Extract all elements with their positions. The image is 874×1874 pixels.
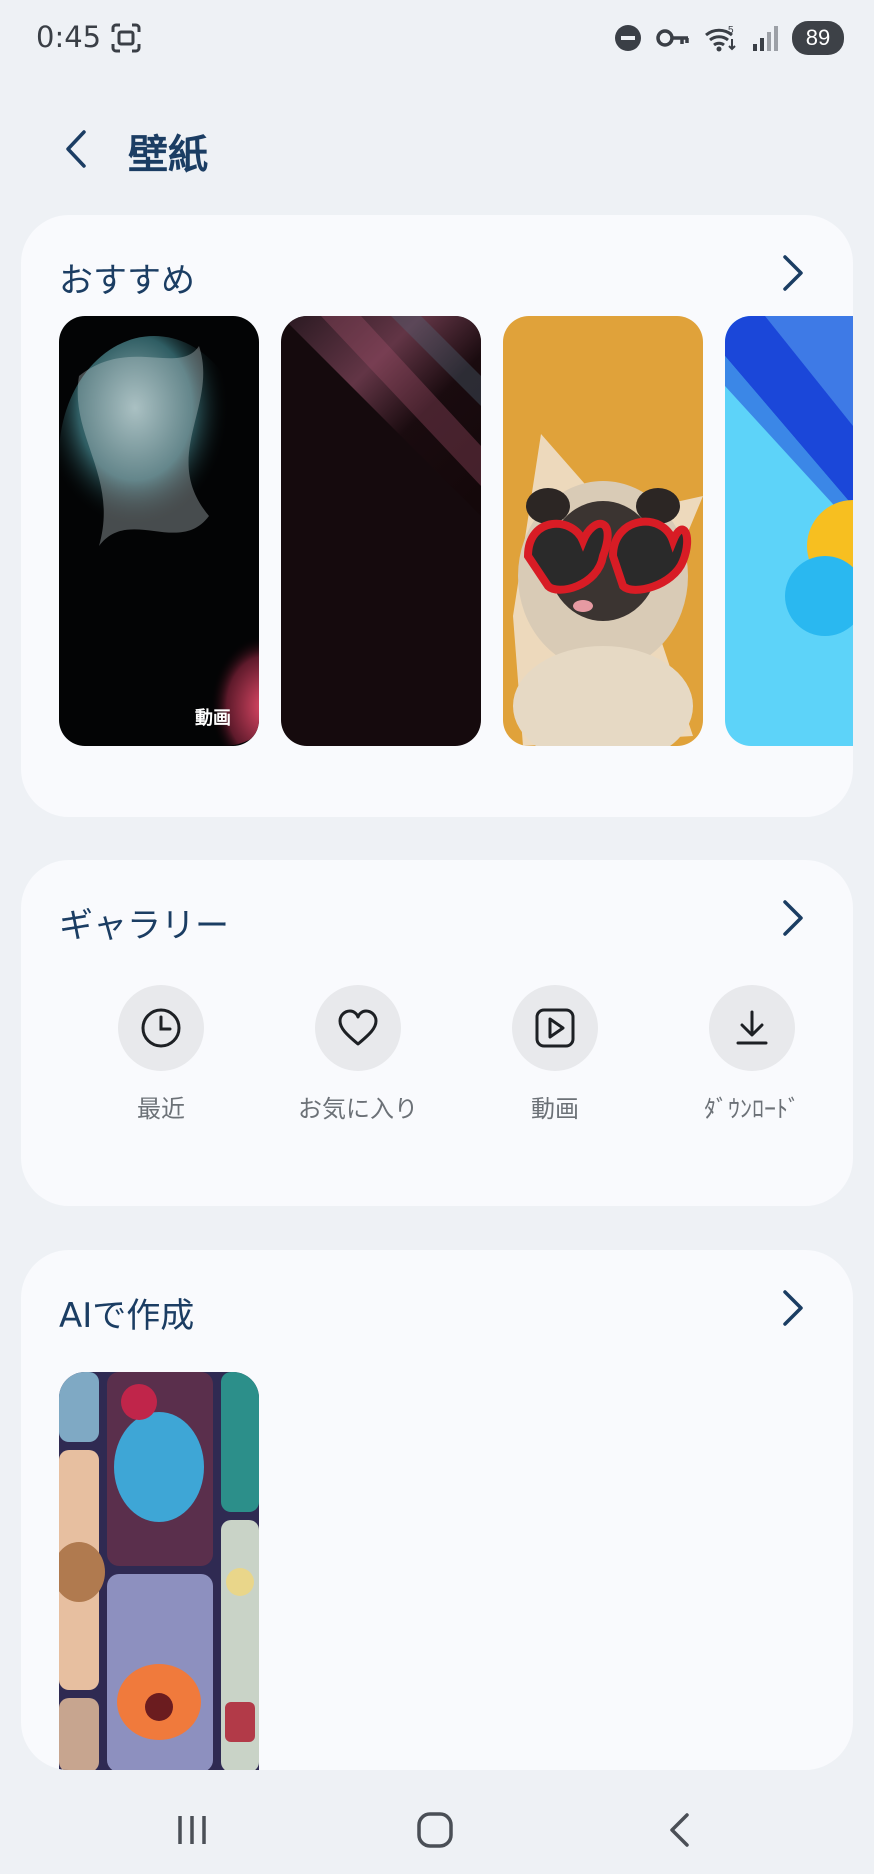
gallery-item-video[interactable]: 動画	[480, 985, 630, 1124]
navigation-bar	[0, 1780, 874, 1874]
chevron-right-icon	[783, 900, 803, 936]
back-button[interactable]	[52, 124, 102, 174]
gallery-item-favorites[interactable]: お気に入り	[283, 985, 433, 1124]
signal-icon	[752, 24, 778, 52]
chevron-right-icon	[783, 1290, 803, 1326]
wallpaper-thumb-blue-geometric[interactable]	[725, 316, 853, 746]
screenshot-icon	[110, 22, 142, 54]
battery-indicator: 89	[792, 21, 844, 55]
ai-create-card: AIで作成	[21, 1250, 853, 1770]
clock-icon	[118, 985, 204, 1071]
do-not-disturb-icon	[614, 24, 642, 52]
wallpaper-thumb-pug-heart-glasses[interactable]	[503, 316, 703, 746]
svg-text:5: 5	[728, 25, 734, 36]
gallery-label: ﾀﾞｳﾝﾛｰﾄﾞ	[704, 1095, 800, 1123]
status-time: 0:45	[36, 20, 102, 54]
home-button[interactable]	[405, 1800, 465, 1860]
gallery-item-recent[interactable]: 最近	[86, 985, 236, 1124]
recents-button[interactable]	[162, 1800, 222, 1860]
video-badge: 動画	[195, 708, 231, 729]
play-icon	[512, 985, 598, 1071]
gallery-card: ギャラリー 最近 お気に入り 動画 ﾀﾞｳﾝﾛｰﾄﾞ	[21, 860, 853, 1206]
wallpaper-thumb-dark-streaks[interactable]	[281, 316, 481, 746]
chevron-right-icon	[783, 255, 803, 291]
gallery-title[interactable]: ギャラリー	[59, 898, 229, 947]
wallpaper-thumb-particle-splash[interactable]: 動画	[59, 316, 259, 746]
nav-back-button[interactable]	[650, 1800, 710, 1860]
back-icon	[670, 1813, 689, 1847]
heart-icon	[315, 985, 401, 1071]
gallery-more-button[interactable]	[769, 896, 813, 940]
ai-create-title[interactable]: AIで作成	[59, 1288, 194, 1337]
gallery-label: 動画	[531, 1095, 579, 1123]
wifi-icon: 5	[704, 23, 738, 53]
header: 壁紙	[0, 110, 874, 190]
recommended-more-button[interactable]	[769, 251, 813, 295]
recents-icon	[178, 1816, 206, 1844]
status-bar: 0:45 5 89	[0, 0, 874, 80]
gallery-label: お気に入り	[298, 1095, 418, 1123]
back-chevron-icon	[66, 130, 86, 168]
recommended-title[interactable]: おすすめ	[59, 253, 195, 302]
gallery-label: 最近	[137, 1095, 185, 1123]
gallery-item-download[interactable]: ﾀﾞｳﾝﾛｰﾄﾞ	[677, 985, 827, 1124]
ai-wallpaper-collage[interactable]	[59, 1372, 259, 1770]
page-title: 壁紙	[128, 132, 208, 178]
download-icon	[709, 985, 795, 1071]
vpn-key-icon	[656, 26, 690, 50]
ai-create-more-button[interactable]	[769, 1286, 813, 1330]
home-icon	[417, 1812, 453, 1848]
